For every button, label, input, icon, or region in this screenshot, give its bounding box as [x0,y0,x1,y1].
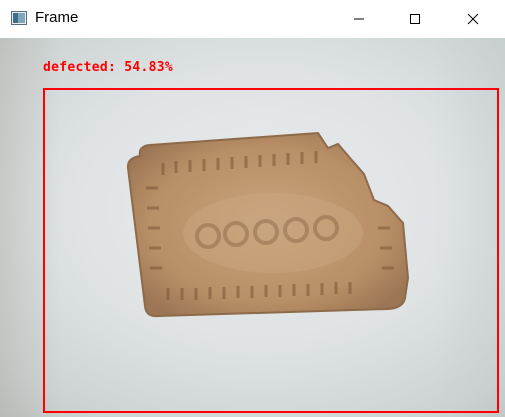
video-frame: defected: 54.83% [0,38,505,417]
detection-box [43,88,499,413]
close-button[interactable] [450,0,496,38]
window-title: Frame [35,9,79,26]
app-icon [11,11,27,25]
opencv-window: Frame defected: 54.83% [0,0,505,417]
close-icon [467,13,479,25]
maximize-button[interactable] [392,0,438,38]
detection-label: defected: 54.83% [43,60,174,75]
minimize-icon [354,18,364,20]
title-bar[interactable]: Frame [0,0,505,38]
maximize-icon [410,14,420,24]
minimize-button[interactable] [336,0,382,38]
